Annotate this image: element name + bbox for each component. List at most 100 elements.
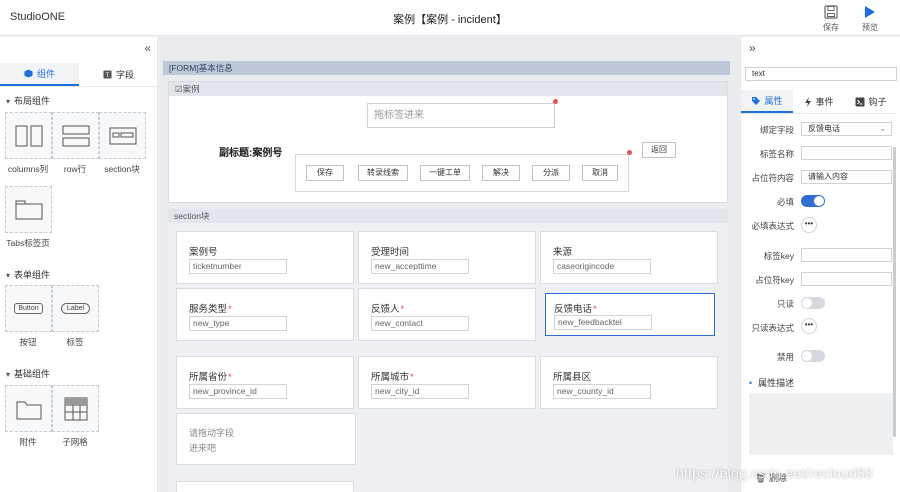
field-city[interactable]: 所属城市* new_city_id (358, 356, 536, 409)
expand-right-icon[interactable]: » (749, 41, 756, 55)
tab-events[interactable]: 事件 (793, 90, 845, 113)
component-subgrid[interactable] (52, 385, 99, 432)
tab-properties[interactable]: 属性 (741, 90, 793, 113)
field-input[interactable]: ticketnumber (189, 259, 287, 274)
next-row[interactable] (176, 481, 354, 492)
component-type: text (745, 67, 897, 81)
tag-name-input[interactable] (801, 146, 892, 160)
disabled-toggle[interactable] (801, 350, 825, 362)
placeholder-content-input[interactable]: 请输入内容 (801, 170, 892, 184)
field-label: 所属城市* (371, 372, 414, 383)
bind-field-label: 绑定字段 (759, 125, 794, 135)
field-caseorigin[interactable]: 来源 caseorigincode (540, 231, 718, 284)
button-row[interactable]: 保存 转录线索 一键工单 解决 分派 取消 (295, 154, 629, 192)
required-expr-button[interactable]: ••• (801, 217, 817, 233)
drop-hint-line2: 进来吧 (189, 443, 217, 453)
field-contact[interactable]: 反馈人* new_contact (358, 288, 536, 341)
left-tabs: 组件 T 字段 (0, 63, 158, 87)
design-canvas: [FORM]基本信息 ☑案例 拖标签进来 副标题:案例号 保存 转录线索 一键工… (159, 37, 739, 492)
tab-properties-label: 属性 (764, 96, 783, 106)
placeholder-key-label: 占位符key (755, 275, 794, 285)
subtitle-text: 副标题:案例号 (219, 148, 283, 159)
tag-key-label: 标签key (763, 251, 794, 261)
scrollbar[interactable] (893, 147, 896, 437)
required-label: 必填 (776, 197, 794, 207)
required-toggle[interactable] (801, 195, 825, 207)
cube-icon (24, 69, 33, 78)
readonly-expr-label: 只读表达式 (751, 323, 794, 333)
component-panel: « 组件 T 字段 布局组件 columns列 row行 section块 Ta… (0, 37, 158, 492)
property-description-title: 属性描述 (749, 376, 794, 389)
transfer-lead-button[interactable]: 转录线索 (358, 165, 408, 181)
assign-button[interactable]: 分派 (532, 165, 570, 181)
field-province[interactable]: 所属省份* new_province_id (176, 356, 354, 409)
play-icon (850, 4, 890, 20)
tab-components[interactable]: 组件 (0, 63, 79, 86)
one-click-ticket-button[interactable]: 一键工单 (420, 165, 470, 181)
tab-hooks[interactable]: 钩子 (845, 90, 897, 113)
field-label: 所属省份* (189, 372, 232, 383)
tabs-icon (15, 200, 42, 219)
field-accepttime[interactable]: 受理时间 new_accepttime (358, 231, 536, 284)
field-type[interactable]: 服务类型* new_type (176, 288, 354, 341)
chevron-down-icon: ⌄ (879, 124, 886, 133)
field-county[interactable]: 所属县区 new_county_id (540, 356, 718, 409)
field-label: 所属县区 (553, 372, 592, 383)
field-input[interactable]: new_county_id (553, 384, 651, 399)
required-expr-label: 必填表达式 (751, 221, 794, 231)
tag-name-label: 标签名称 (759, 149, 794, 159)
property-panel: » text 属性 事件 钩子 绑定字段 反馈电话 ⌄ 标签名称 占位符内容 请… (740, 37, 900, 492)
field-input[interactable]: new_city_id (371, 384, 469, 399)
field-input[interactable]: new_type (189, 316, 287, 331)
bind-field-select[interactable]: 反馈电话 ⌄ (801, 122, 892, 136)
svg-text:T: T (106, 72, 110, 79)
bolt-icon (805, 96, 812, 107)
back-button[interactable]: 返回 (642, 142, 676, 158)
field-input[interactable]: new_contact (371, 316, 469, 331)
component-attachment[interactable] (5, 385, 52, 432)
cancel-button[interactable]: 取消 (582, 165, 618, 181)
section-icon (109, 127, 136, 144)
row-icon (62, 125, 89, 146)
property-tabs: 属性 事件 钩子 (741, 90, 897, 114)
readonly-toggle[interactable] (801, 297, 825, 309)
readonly-expr-button[interactable]: ••• (801, 318, 817, 334)
group-title-basic: 基础组件 (6, 367, 50, 380)
form-header[interactable]: [FORM]基本信息 (163, 61, 730, 75)
field-input[interactable]: new_province_id (189, 384, 287, 399)
component-label[interactable]: Label (52, 285, 99, 332)
tag-icon (752, 96, 761, 105)
placeholder-key-input[interactable] (801, 272, 892, 286)
tab-fields[interactable]: T 字段 (79, 63, 158, 86)
component-columns[interactable] (5, 112, 52, 159)
field-ticketnumber[interactable]: 案例号 ticketnumber (176, 231, 354, 284)
tag-drop-zone[interactable]: 拖标签进来 (367, 103, 555, 128)
field-feedbacktel[interactable]: 反馈电话* new_feedbacktel (545, 293, 715, 336)
save-label: 保存 (823, 23, 839, 32)
save-button[interactable]: 保存 (811, 4, 851, 33)
label-icon: Label (60, 303, 91, 314)
field-drop-zone[interactable]: 请拖动字段 进来吧 (176, 413, 356, 465)
resolve-button[interactable]: 解决 (482, 165, 520, 181)
grid-icon (64, 397, 87, 420)
field-label: 服务类型* (189, 304, 232, 315)
collapse-left-icon[interactable]: « (144, 41, 151, 55)
section-block-header: section块 (168, 209, 728, 223)
tag-key-input[interactable] (801, 248, 892, 262)
field-input[interactable]: new_feedbacktel (554, 315, 652, 330)
component-button[interactable]: Button (5, 285, 52, 332)
component-section-label: section块 (104, 164, 140, 174)
component-tabs[interactable] (5, 186, 52, 233)
preview-button[interactable]: 预览 (850, 4, 890, 33)
field-input[interactable]: new_accepttime (371, 259, 469, 274)
tab-components-label: 组件 (36, 69, 55, 79)
case-save-button[interactable]: 保存 (306, 165, 344, 181)
bind-field-value: 反馈电话 (808, 124, 840, 133)
tab-hooks-label: 钩子 (868, 97, 887, 107)
component-row[interactable] (52, 112, 99, 159)
placeholder-content-label: 占位符内容 (751, 173, 794, 183)
component-section[interactable] (99, 112, 146, 159)
field-input[interactable]: caseorigincode (553, 259, 651, 274)
folder-icon (16, 401, 41, 419)
preview-label: 预览 (862, 23, 878, 32)
